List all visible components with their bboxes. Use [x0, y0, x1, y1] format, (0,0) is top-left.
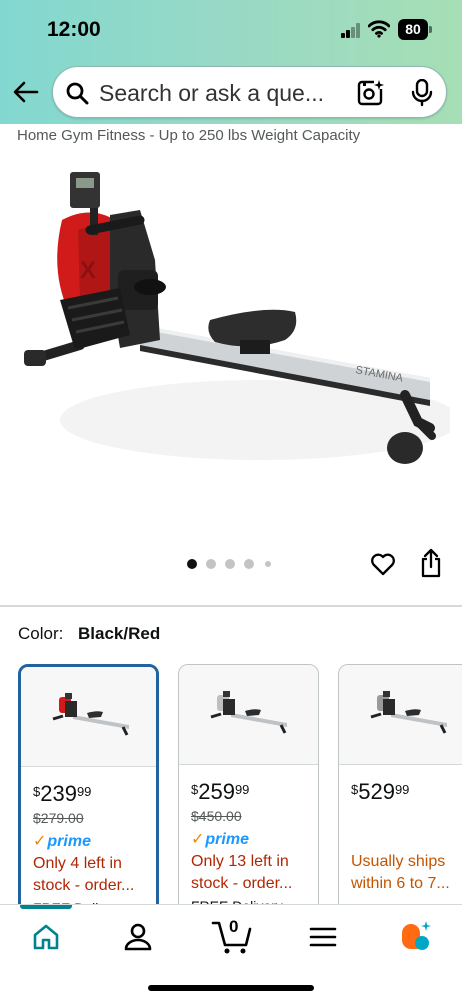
back-arrow-icon[interactable] — [12, 78, 40, 106]
pagination-dot[interactable] — [225, 559, 235, 569]
cart-icon[interactable]: 0 — [210, 913, 254, 957]
status-bar: 12:00 80 — [0, 0, 462, 62]
product-title: Home Gym Fitness - Up to 250 lbs Weight … — [17, 127, 361, 144]
home-icon[interactable] — [28, 919, 64, 955]
active-tab-indicator — [20, 905, 72, 909]
pagination-dot-active[interactable] — [187, 559, 197, 569]
search-icon — [66, 82, 89, 105]
color-selected-value: Black/Red — [78, 624, 161, 643]
home-indicator — [148, 985, 314, 991]
prime-check-icon: ✓ — [191, 831, 205, 848]
camera-lens-icon[interactable] — [356, 79, 384, 107]
option-availability: Only 13 left in stock - order... — [191, 853, 293, 892]
pagination-dot[interactable] — [265, 561, 271, 567]
color-option-thumbnail — [21, 667, 156, 767]
option-list-price: $450.00 — [191, 808, 242, 824]
search-input[interactable]: Search or ask a que... — [52, 66, 447, 118]
section-divider — [0, 605, 462, 607]
color-option-card[interactable]: $52999 Usually ships within 6 to 7... — [338, 664, 462, 924]
share-icon[interactable] — [419, 548, 443, 578]
prime-badge: ✓prime — [33, 833, 91, 850]
product-image[interactable]: STAMINA X — [20, 160, 450, 520]
color-option-thumbnail — [339, 665, 462, 765]
rufus-icon[interactable] — [398, 919, 434, 955]
color-option-card[interactable]: $25999 $450.00 ✓prime Only 13 left in st… — [178, 664, 319, 924]
battery-level: 80 — [398, 19, 428, 40]
option-price: $25999 — [191, 779, 250, 804]
svg-text:X: X — [80, 257, 96, 284]
account-icon[interactable] — [120, 919, 156, 955]
option-list-price: $279.00 — [33, 810, 84, 826]
option-availability: Only 4 left in stock - order... — [33, 855, 135, 894]
option-price: $23999 — [33, 781, 92, 806]
menu-icon[interactable] — [305, 919, 341, 955]
cellular-signal-icon — [341, 22, 361, 38]
microphone-icon[interactable] — [410, 79, 434, 107]
heart-icon[interactable] — [370, 551, 396, 577]
search-header: Search or ask a que... — [0, 62, 462, 124]
color-label: Color: — [18, 624, 64, 643]
color-option-thumbnail — [179, 665, 318, 765]
cart-count: 0 — [229, 917, 239, 936]
status-time: 12:00 — [47, 18, 101, 41]
option-price: $52999 — [351, 779, 410, 804]
battery-icon: 80 — [398, 19, 432, 40]
search-placeholder: Search or ask a que... — [99, 80, 325, 106]
prime-badge: ✓prime — [191, 831, 249, 848]
wifi-icon — [368, 20, 390, 38]
option-availability: Usually ships within 6 to 7... — [351, 853, 450, 892]
color-option-card[interactable]: $23999 $279.00 ✓prime Only 4 left in sto… — [18, 664, 159, 924]
pagination-dot[interactable] — [244, 559, 254, 569]
prime-check-icon: ✓ — [33, 833, 47, 850]
pagination-dot[interactable] — [206, 559, 216, 569]
